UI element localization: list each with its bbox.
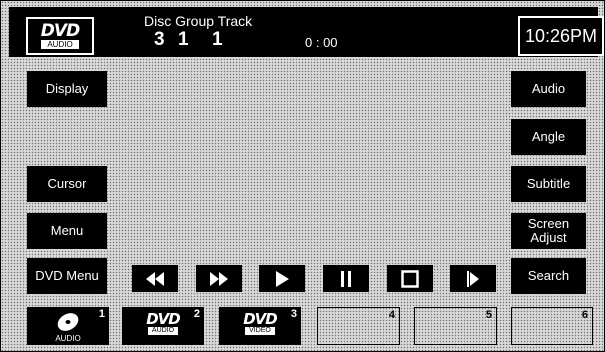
source-6-empty[interactable]: 6: [511, 307, 593, 345]
pause-button[interactable]: [323, 265, 369, 292]
screen-adjust-button[interactable]: Screen Adjust: [511, 213, 586, 249]
track-number: 1: [212, 29, 224, 50]
disc-number: 3: [154, 29, 166, 50]
rewind-button[interactable]: [132, 265, 178, 292]
fast-forward-icon: [210, 271, 228, 286]
display-button[interactable]: Display: [27, 71, 107, 107]
source-3-dvd-video[interactable]: 3 DVD VIDEO: [219, 307, 301, 345]
source-2-dvd-audio[interactable]: 2 DVD AUDIO: [122, 307, 204, 345]
source-4-empty[interactable]: 4: [317, 307, 400, 345]
source-5-empty[interactable]: 5: [414, 307, 497, 345]
stop-button[interactable]: [387, 265, 433, 292]
group-number: 1: [178, 29, 190, 50]
cd-audio-logo: AUDIO: [27, 312, 109, 343]
subtitle-button[interactable]: Subtitle: [511, 166, 586, 202]
slow-play-icon: [467, 270, 479, 287]
dvd-player-screen: DVD AUDIO Disc Group Track 311 0 : 00 10…: [0, 0, 605, 352]
dvd-menu-button[interactable]: DVD Menu: [27, 258, 107, 294]
dvd-logo-subtext: AUDIO: [147, 327, 179, 335]
disc-group-track-values: 311: [154, 29, 224, 51]
dvd-logo-subtext: AUDIO: [41, 40, 79, 49]
rewind-icon: [146, 271, 164, 286]
cursor-button[interactable]: Cursor: [27, 166, 107, 202]
dvd-audio-logo: DVD AUDIO: [26, 17, 94, 55]
menu-button[interactable]: Menu: [27, 213, 107, 249]
screen-adjust-label-line1: Screen: [527, 216, 570, 231]
pause-icon: [341, 270, 351, 287]
status-bar: DVD AUDIO Disc Group Track 311 0 : 00 10…: [9, 7, 604, 57]
source-1-cd-audio[interactable]: 1 AUDIO: [27, 307, 109, 345]
stop-icon: [401, 269, 419, 288]
audio-button[interactable]: Audio: [511, 71, 586, 107]
dvd-video-logo: DVD VIDEO: [219, 312, 301, 335]
cd-icon: [57, 313, 79, 331]
source-number: 4: [388, 309, 395, 321]
play-icon: [276, 270, 289, 287]
angle-button[interactable]: Angle: [511, 119, 586, 155]
disc-group-track-labels: Disc Group Track: [144, 13, 253, 29]
elapsed-time: 0 : 00: [305, 35, 338, 50]
dvd-logo-text: DVD: [146, 310, 181, 328]
source-number: 6: [581, 309, 588, 321]
dvd-audio-logo: DVD AUDIO: [122, 312, 204, 335]
screen-adjust-label-line2: Adjust: [530, 230, 567, 245]
play-button[interactable]: [259, 265, 305, 292]
fast-forward-button[interactable]: [196, 265, 242, 292]
dvd-logo-text: DVD: [40, 21, 80, 41]
dvd-logo-subtext: VIDEO: [245, 327, 275, 335]
dvd-logo-text: DVD: [243, 310, 278, 328]
search-button[interactable]: Search: [511, 258, 586, 294]
clock: 10:26PM: [518, 16, 604, 56]
source-sub-label: AUDIO: [55, 334, 81, 343]
slow-play-button[interactable]: [450, 265, 496, 292]
source-number: 5: [485, 309, 492, 321]
